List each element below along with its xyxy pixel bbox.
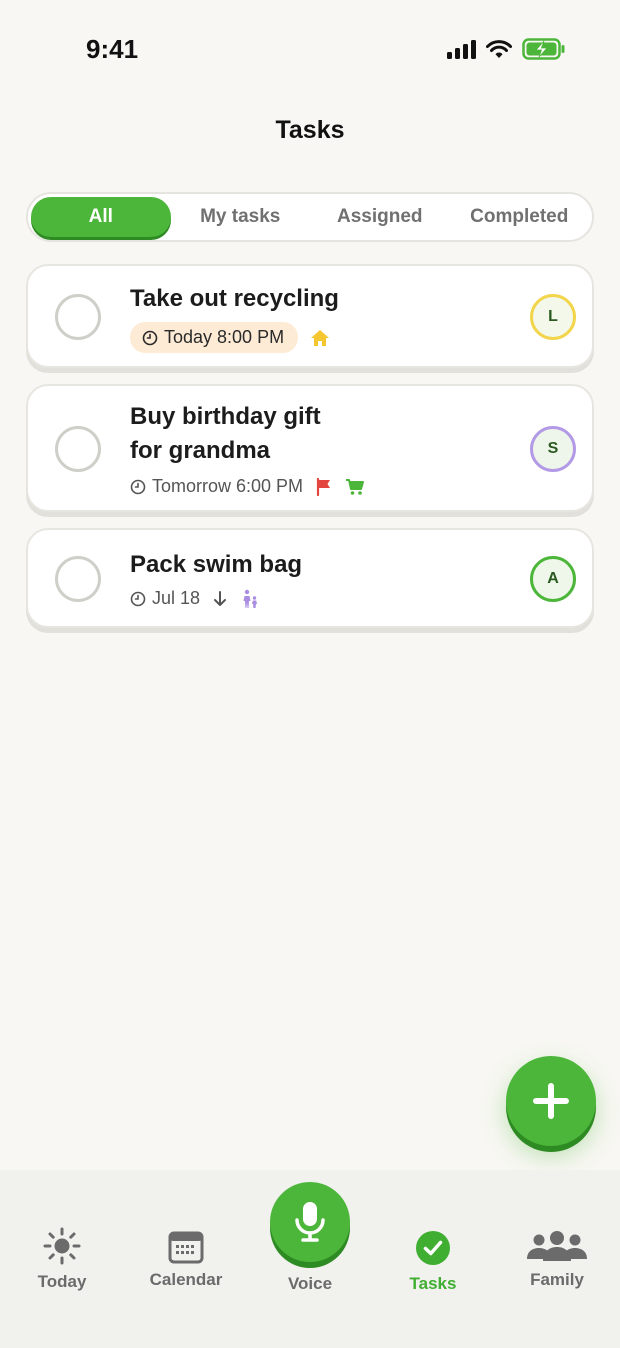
task-title: Buy birthday gift for grandma <box>130 400 321 468</box>
home-icon <box>311 329 330 346</box>
cart-icon <box>346 478 365 495</box>
tab-all[interactable]: All <box>31 197 171 237</box>
arrow-down-icon <box>214 590 227 606</box>
assignee-avatar[interactable]: S <box>530 426 576 472</box>
tab-assigned[interactable]: Assigned <box>310 197 450 237</box>
tab-completed[interactable]: Completed <box>450 197 590 237</box>
plus-icon <box>533 1083 569 1119</box>
calendar-icon <box>168 1231 204 1264</box>
task-checkbox[interactable] <box>55 426 101 472</box>
due-time-text: Jul 18 <box>152 588 201 608</box>
due-time: Tomorrow 6:00 PM <box>130 476 303 497</box>
tab-label: Today <box>37 1272 87 1291</box>
task-card[interactable]: Buy birthday gift for grandma Tomorrow 6… <box>26 384 594 512</box>
check-circle-icon <box>416 1231 450 1265</box>
family-icon <box>243 589 258 608</box>
people-icon <box>527 1231 587 1261</box>
sun-icon <box>43 1227 81 1265</box>
tab-label: Voice <box>287 1274 333 1293</box>
task-filter-tabs: All My tasks Assigned Completed <box>26 192 594 242</box>
task-card[interactable]: Pack swim bag Jul 18 A <box>26 528 594 628</box>
task-checkbox[interactable] <box>55 294 101 340</box>
task-title-line: Buy birthday gift <box>130 403 321 430</box>
tab-label: Calendar <box>149 1270 223 1289</box>
task-title: Pack swim bag <box>130 551 303 578</box>
task-meta: Tomorrow 6:00 PM <box>130 476 365 497</box>
due-time-pill: Today 8:00 PM <box>130 322 299 353</box>
tab-calendar[interactable]: Calendar <box>136 1226 236 1290</box>
status-bar: 9:41 <box>0 0 620 100</box>
cellular-signal-icon <box>447 39 476 59</box>
wifi-icon <box>486 40 512 58</box>
tab-family[interactable]: Family <box>507 1226 607 1290</box>
assignee-avatar[interactable]: L <box>530 294 576 340</box>
tab-today[interactable]: Today <box>12 1226 112 1292</box>
microphone-icon <box>295 1202 325 1242</box>
battery-charging-icon <box>522 38 565 60</box>
status-icons <box>447 38 566 60</box>
clock-icon <box>142 330 158 345</box>
tab-label: Family <box>530 1270 584 1289</box>
due-time-text: Tomorrow 6:00 PM <box>152 476 304 496</box>
due-time-text: Today 8:00 PM <box>164 327 285 347</box>
due-time: Jul 18 <box>130 588 200 609</box>
clock-icon <box>130 479 146 494</box>
page-title: Tasks <box>275 116 345 144</box>
task-meta: Today 8:00 PM <box>130 322 330 353</box>
tab-tasks[interactable]: Tasks <box>383 1228 483 1294</box>
add-task-button[interactable] <box>506 1056 596 1146</box>
clock-icon <box>130 591 146 606</box>
task-list: Take out recycling Today 8:00 PM L Buy b… <box>26 264 594 644</box>
task-title: Take out recycling <box>130 285 339 312</box>
tab-my-tasks[interactable]: My tasks <box>171 197 311 237</box>
task-meta: Jul 18 <box>130 588 260 609</box>
tab-voice-label: Voice <box>260 1274 360 1294</box>
task-card[interactable]: Take out recycling Today 8:00 PM L <box>26 264 594 368</box>
task-title-line: for grandma <box>130 437 271 464</box>
assignee-avatar[interactable]: A <box>530 556 576 602</box>
tab-label: Tasks <box>409 1274 457 1293</box>
task-checkbox[interactable] <box>55 556 101 602</box>
flag-icon <box>316 477 331 496</box>
status-time: 9:41 <box>86 34 139 64</box>
voice-button[interactable] <box>270 1182 350 1262</box>
